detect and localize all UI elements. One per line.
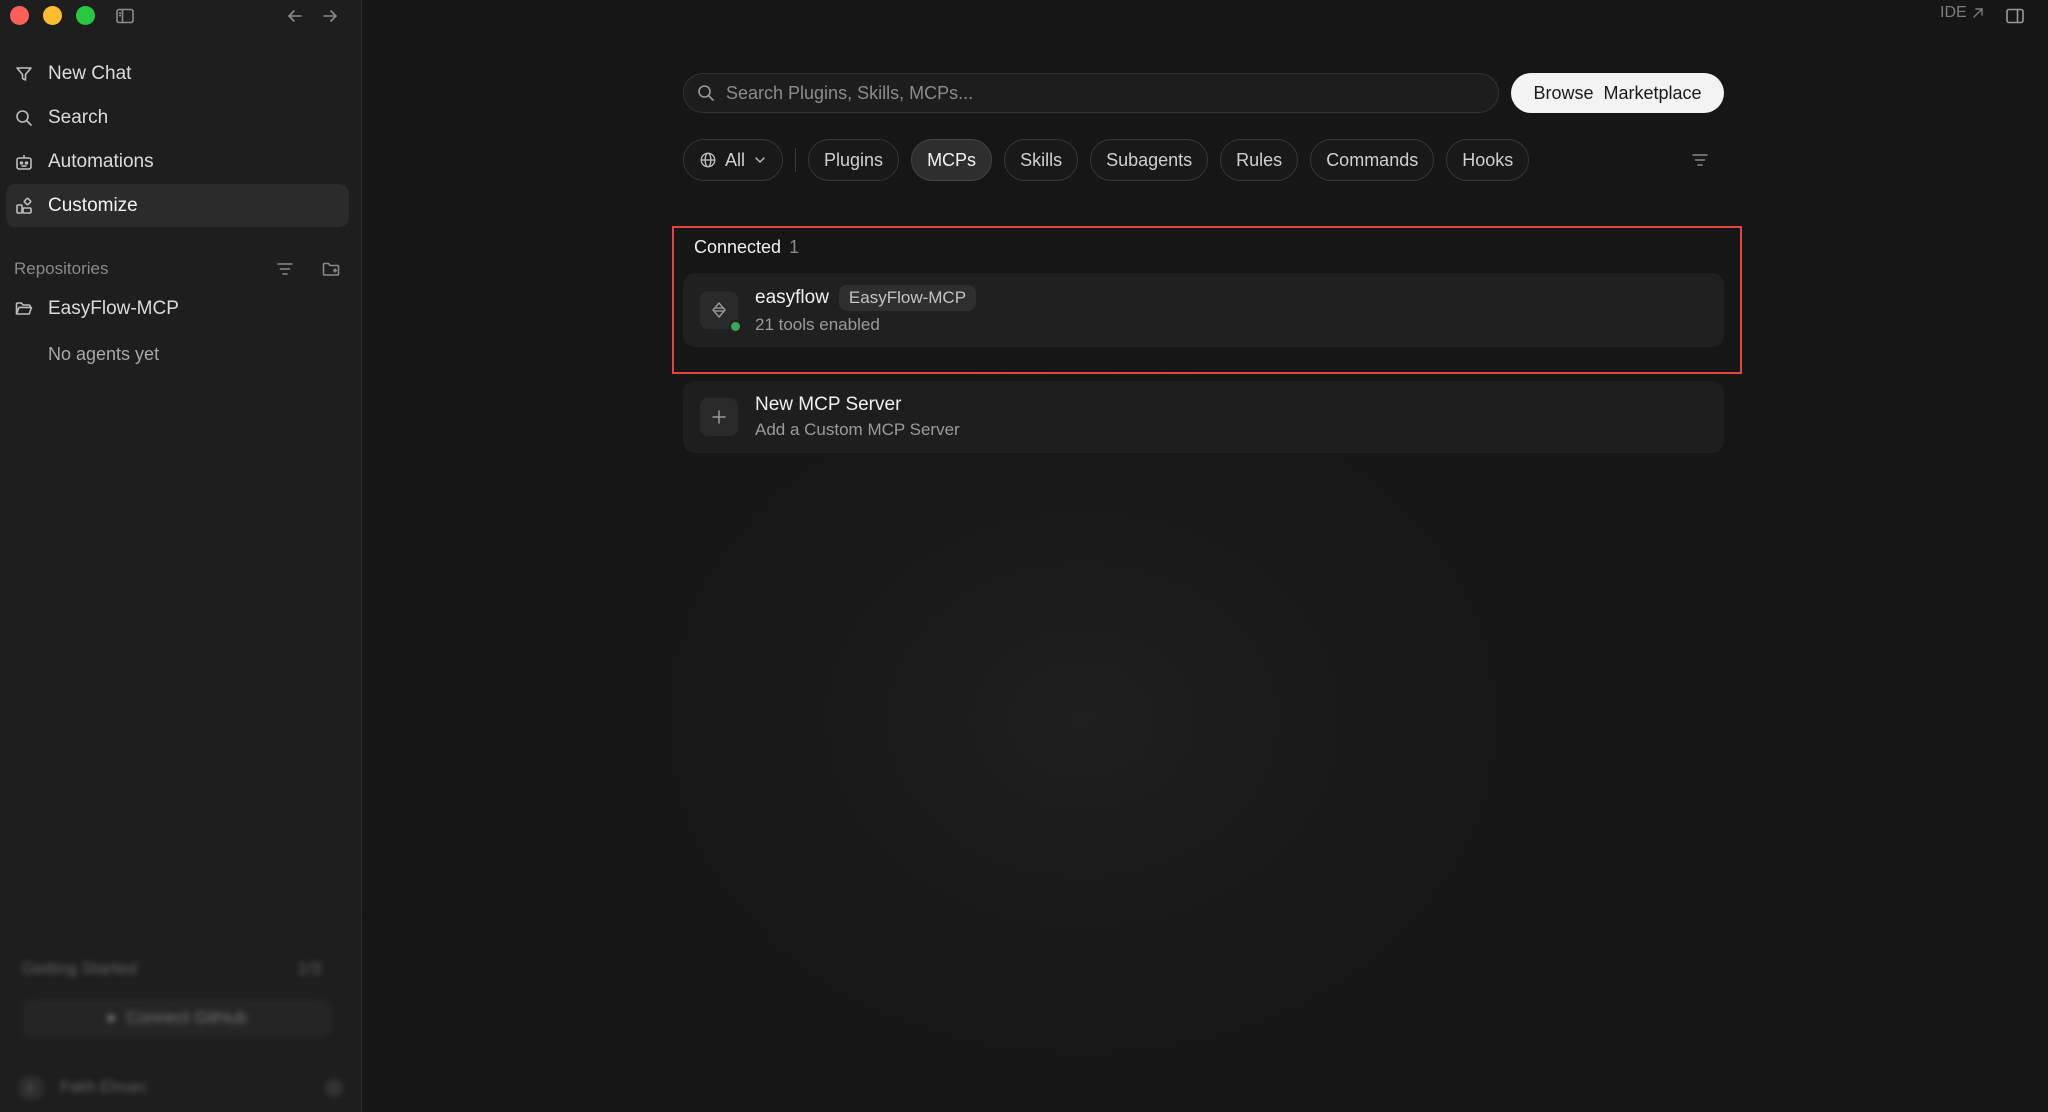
tab-commands[interactable]: Commands xyxy=(1310,139,1435,181)
forward-arrow-icon[interactable] xyxy=(318,4,342,28)
repositories-label: Repositories xyxy=(14,259,109,278)
repository-name: EasyFlow-MCP xyxy=(48,298,179,319)
user-profile[interactable]: F Fakh Ehsan xyxy=(18,1075,343,1101)
avatar: F xyxy=(18,1075,44,1101)
app-window: New Chat Search Automations Customize Re… xyxy=(0,0,2048,1112)
automations-icon xyxy=(16,154,32,170)
filter-chips: All Plugins MCPs Skills Subagents Rules … xyxy=(683,139,1541,181)
back-arrow-icon[interactable] xyxy=(283,4,307,28)
server-tag: EasyFlow-MCP xyxy=(838,285,977,311)
toggle-sidebar-icon[interactable] xyxy=(113,4,137,28)
close-window-button[interactable] xyxy=(10,6,29,25)
connected-count: 1 xyxy=(789,237,800,257)
sidebar: New Chat Search Automations Customize Re… xyxy=(0,0,362,1112)
tab-hooks[interactable]: Hooks xyxy=(1446,139,1530,181)
tab-plugins[interactable]: Plugins xyxy=(808,139,900,181)
github-icon: ● xyxy=(105,1008,117,1027)
mcp-server-card[interactable]: easyflow EasyFlow-MCP 21 tools enabled xyxy=(683,273,1724,347)
window-controls xyxy=(10,6,95,25)
plus-icon xyxy=(712,410,726,424)
new-chat-icon xyxy=(16,66,32,81)
search-bar[interactable] xyxy=(683,73,1499,113)
add-server-logo xyxy=(700,398,738,436)
sidebar-item-new-chat[interactable]: New Chat xyxy=(6,52,349,95)
tab-subagents[interactable]: Subagents xyxy=(1090,139,1209,181)
filter-all-label: All xyxy=(725,149,746,170)
connected-section-title: Connected 1 xyxy=(694,237,799,258)
getting-started-count: 1/3 xyxy=(297,959,321,978)
sidebar-item-customize[interactable]: Customize xyxy=(6,184,349,227)
folder-open-icon xyxy=(15,302,33,315)
new-server-subtitle: Add a Custom MCP Server xyxy=(755,420,960,439)
new-server-info: New MCP Server Add a Custom MCP Server xyxy=(755,394,960,440)
sidebar-item-label: New Chat xyxy=(48,62,132,84)
status-connected-dot xyxy=(729,320,742,333)
tab-skills[interactable]: Skills xyxy=(1004,139,1079,181)
minimize-window-button[interactable] xyxy=(43,6,62,25)
tab-rules[interactable]: Rules xyxy=(1220,139,1299,181)
filter-divider xyxy=(795,148,797,172)
ide-link[interactable]: IDE xyxy=(1940,4,1985,22)
sort-icon[interactable] xyxy=(273,257,297,281)
settings-icon[interactable] xyxy=(325,1079,343,1097)
sidebar-footer: Getting Started 1/3 ● Connect GitHub F F… xyxy=(0,922,361,1112)
sidebar-item-automations[interactable]: Automations xyxy=(6,140,349,183)
connect-github-button[interactable]: ● Connect GitHub xyxy=(22,999,331,1037)
external-arrow-icon xyxy=(1972,8,1983,18)
maximize-window-button[interactable] xyxy=(76,6,95,25)
new-server-title: New MCP Server xyxy=(755,394,902,415)
customize-icon xyxy=(16,197,32,214)
server-name-row: easyflow EasyFlow-MCP xyxy=(755,285,977,311)
getting-started-row[interactable]: Getting Started 1/3 xyxy=(22,959,321,979)
sidebar-item-label: Customize xyxy=(48,194,138,216)
diamond-icon xyxy=(712,302,726,318)
connect-github-label: Connect GitHub xyxy=(126,1008,248,1027)
browse-marketplace-button[interactable]: Browse Marketplace xyxy=(1511,73,1724,113)
sidebar-item-label: Automations xyxy=(48,150,154,172)
chevron-down-icon xyxy=(755,157,765,164)
server-info: easyflow EasyFlow-MCP 21 tools enabled xyxy=(755,285,977,335)
search-icon xyxy=(698,85,714,101)
tab-mcps[interactable]: MCPs xyxy=(911,139,993,181)
new-mcp-server-card[interactable]: New MCP Server Add a Custom MCP Server xyxy=(683,381,1724,453)
repositories-header: Repositories xyxy=(14,254,343,284)
connected-label: Connected xyxy=(694,237,782,257)
user-name: Fakh Ehsan xyxy=(60,1079,146,1096)
search-icon xyxy=(16,109,32,126)
server-name: easyflow xyxy=(755,287,829,308)
toggle-right-panel-icon[interactable] xyxy=(2003,4,2027,28)
ide-label: IDE xyxy=(1940,4,1967,21)
sidebar-item-label: Search xyxy=(48,106,109,128)
getting-started-label: Getting Started xyxy=(22,959,137,978)
globe-icon xyxy=(700,152,716,168)
filter-icon[interactable] xyxy=(1689,149,1711,171)
search-input[interactable] xyxy=(726,82,1498,104)
repository-item[interactable]: EasyFlow-MCP xyxy=(14,298,179,320)
sidebar-nav: New Chat Search Automations Customize xyxy=(6,52,349,228)
add-folder-icon[interactable] xyxy=(319,257,343,281)
sidebar-item-search[interactable]: Search xyxy=(6,96,349,139)
filter-all-dropdown[interactable]: All xyxy=(683,139,784,181)
server-status: 21 tools enabled xyxy=(755,315,880,334)
main-content: IDE Browse Marketplace All Plugins MCPs … xyxy=(363,0,2048,1112)
server-logo xyxy=(700,291,742,333)
no-agents-text: No agents yet xyxy=(48,344,160,364)
